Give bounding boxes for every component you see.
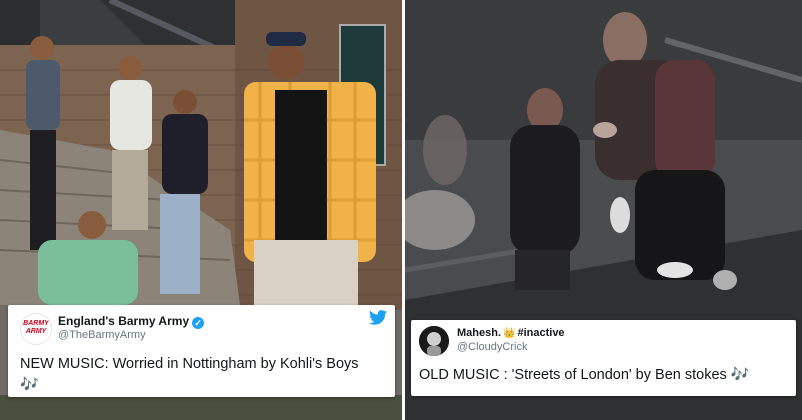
avatar-logo-line2: ARMY (25, 328, 47, 335)
tweet-card-barmy-army[interactable]: BARMY ARMY England's Barmy Army ✓ @TheBar… (8, 305, 395, 397)
display-name[interactable]: Mahesh. (457, 327, 501, 339)
barmy-army-avatar[interactable]: BARMY ARMY (20, 313, 52, 345)
tweet-text: NEW MUSIC: Worried in Nottingham by Kohl… (20, 356, 359, 372)
music-notes-icon: 🎶 (730, 366, 750, 383)
display-name[interactable]: England's Barmy Army (58, 314, 189, 328)
tweet-card-cloudycrick[interactable]: Mahesh. 👑 #inactive @CloudyCrick OLD MUSIC… (411, 320, 796, 396)
avatar-logo-line1: BARMY (23, 320, 49, 327)
music-notes-icon: 🎶 (20, 376, 39, 393)
right-photo-panel: Mahesh. 👑 #inactive @CloudyCrick OLD MUSIC… (405, 0, 802, 420)
name-hashtag[interactable]: #inactive (517, 327, 564, 339)
left-photo-panel: BARMY ARMY England's Barmy Army ✓ @TheBar… (0, 0, 402, 420)
tweet-author-name[interactable]: Mahesh. 👑 #inactive (457, 327, 565, 339)
avatar-portrait-icon (419, 326, 449, 356)
twitter-bird-icon[interactable] (369, 310, 387, 325)
tweet-text: OLD MUSIC : 'Streets of London' by Ben s… (419, 367, 727, 383)
tweet-author-name[interactable]: England's Barmy Army ✓ (58, 314, 205, 329)
tweet-text-line: OLD MUSIC : 'Streets of London' by Ben s… (419, 365, 749, 383)
tweet-handle[interactable]: @CloudyCrick (457, 341, 527, 353)
tweet-handle[interactable]: @TheBarmyArmy (58, 329, 146, 341)
mahesh-avatar[interactable] (419, 326, 449, 356)
crown-emoji-icon: 👑 (503, 328, 516, 339)
music-notes-emoji: 🎶 (20, 375, 39, 394)
verified-badge-icon: ✓ (192, 317, 205, 329)
